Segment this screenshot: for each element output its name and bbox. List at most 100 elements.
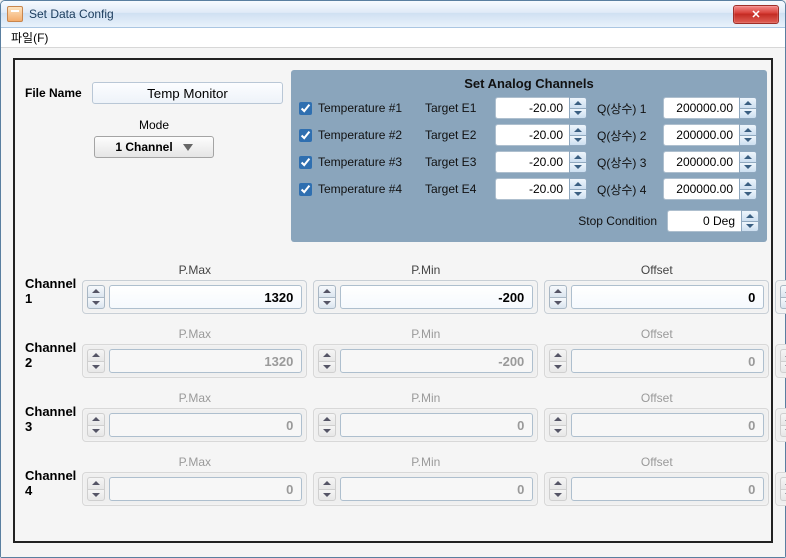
stepper-down-icon	[318, 425, 336, 438]
channel-label-3: Channel 3	[25, 404, 76, 442]
stepper-up-icon[interactable]	[549, 285, 567, 297]
ch3-sighi-header: Signal Hi	[775, 391, 786, 405]
stepper-down-icon	[87, 489, 105, 502]
channel-row-3: Channel 3 P.Max P.Min Offset	[25, 388, 761, 442]
ch3-pmax-header: P.Max	[82, 391, 307, 405]
titlebar[interactable]: Set Data Config	[1, 1, 785, 28]
file-name-input[interactable]	[92, 82, 283, 104]
spin-down-icon[interactable]	[739, 135, 757, 147]
ch4-pmin-header: P.Min	[313, 455, 538, 469]
temp-checkbox-4[interactable]	[299, 183, 312, 196]
stepper-up-icon	[87, 477, 105, 489]
spin-down-icon[interactable]	[739, 108, 757, 120]
ch1-pmin-group[interactable]	[313, 280, 538, 314]
ch3-offset-group	[544, 408, 769, 442]
q-4-input[interactable]	[663, 178, 739, 200]
target-2-input[interactable]	[495, 124, 569, 146]
spin-down-icon[interactable]	[741, 221, 759, 233]
q-2-input[interactable]	[663, 124, 739, 146]
q-1-spin[interactable]	[663, 97, 759, 119]
ch2-sighi-header: Signal Hi	[775, 327, 786, 341]
spin-up-icon[interactable]	[741, 210, 759, 221]
ch2-sighi-field: Signal Hi	[775, 327, 786, 378]
stop-condition-input[interactable]	[667, 210, 741, 232]
spin-down-icon[interactable]	[569, 189, 587, 201]
spin-up-icon[interactable]	[739, 178, 757, 189]
temp-label-4: Temperature #4	[318, 182, 402, 196]
q-label-4: Q(상수) 4	[597, 181, 657, 198]
spin-up-icon[interactable]	[739, 151, 757, 162]
menu-file[interactable]: 파일(F)	[5, 28, 54, 47]
ch2-pmin-field: P.Min	[313, 327, 538, 378]
ch3-pmax-input	[109, 413, 302, 437]
spin-down-icon[interactable]	[569, 108, 587, 120]
spin-down-icon[interactable]	[569, 162, 587, 174]
channel-row-2: Channel 2 P.Max P.Min Offset	[25, 324, 761, 378]
q-3-spin[interactable]	[663, 151, 759, 173]
spin-up-icon[interactable]	[739, 97, 757, 108]
stepper-up-icon[interactable]	[318, 285, 336, 297]
spin-up-icon[interactable]	[569, 124, 587, 135]
mode-select[interactable]: 1 Channel	[94, 136, 214, 158]
ch2-sighi-group	[775, 344, 786, 378]
chevron-down-icon	[183, 144, 193, 151]
stepper-down-icon	[87, 361, 105, 374]
ch1-pmax-input[interactable]	[109, 285, 302, 309]
stepper-down-icon[interactable]	[87, 297, 105, 310]
channel-label-4: Channel 4	[25, 468, 76, 506]
target-3-spin[interactable]	[495, 151, 591, 173]
temp-label-2: Temperature #2	[318, 128, 402, 142]
target-4-spin[interactable]	[495, 178, 591, 200]
ch1-offset-input[interactable]	[571, 285, 764, 309]
temp-checkbox-1[interactable]	[299, 102, 312, 115]
close-button[interactable]	[733, 5, 779, 24]
target-1-input[interactable]	[495, 97, 569, 119]
temp-checkbox-3[interactable]	[299, 156, 312, 169]
spin-down-icon[interactable]	[569, 135, 587, 147]
analog-title: Set Analog Channels	[299, 76, 759, 91]
q-2-spin[interactable]	[663, 124, 759, 146]
channel-row-4: Channel 4 P.Max P.Min Offset	[25, 452, 761, 506]
target-label-3: Target E3	[425, 155, 489, 169]
q-4-spin[interactable]	[663, 178, 759, 200]
ch1-pmax-group[interactable]	[82, 280, 307, 314]
spin-up-icon[interactable]	[739, 124, 757, 135]
stepper-down-icon[interactable]	[318, 297, 336, 310]
spin-up-icon[interactable]	[569, 151, 587, 162]
spin-up-icon[interactable]	[569, 97, 587, 108]
ch2-pmax-header: P.Max	[82, 327, 307, 341]
target-2-spin[interactable]	[495, 124, 591, 146]
ch4-sighi-header: Signal Hi	[775, 455, 786, 469]
channel-label-1: Channel 1	[25, 276, 76, 314]
q-3-input[interactable]	[663, 151, 739, 173]
q-1-input[interactable]	[663, 97, 739, 119]
stepper-down-icon[interactable]	[549, 297, 567, 310]
temp-check-4[interactable]: Temperature #4	[299, 182, 419, 196]
stepper-down-icon[interactable]	[780, 297, 786, 310]
spin-up-icon[interactable]	[569, 178, 587, 189]
spin-down-icon[interactable]	[739, 162, 757, 174]
ch3-pmin-input	[340, 413, 533, 437]
temp-label-3: Temperature #3	[318, 155, 402, 169]
ch1-offset-group[interactable]	[544, 280, 769, 314]
stepper-up-icon[interactable]	[780, 285, 786, 297]
temp-checkbox-2[interactable]	[299, 129, 312, 142]
stop-condition-spin[interactable]	[667, 210, 759, 232]
ch1-sighi-group[interactable]	[775, 280, 786, 314]
content-frame: File Name Mode 1 Channel Set Analog Chan…	[13, 58, 773, 543]
ch3-offset-header: Offset	[544, 391, 769, 405]
spin-down-icon[interactable]	[739, 189, 757, 201]
target-1-spin[interactable]	[495, 97, 591, 119]
temp-check-1[interactable]: Temperature #1	[299, 101, 419, 115]
stepper-down-icon	[549, 489, 567, 502]
ch1-pmin-input[interactable]	[340, 285, 533, 309]
temp-check-3[interactable]: Temperature #3	[299, 155, 419, 169]
stepper-up-icon[interactable]	[87, 285, 105, 297]
ch1-sighi-header: Signal Hi	[775, 263, 786, 277]
q-label-3: Q(상수) 3	[597, 154, 657, 171]
target-3-input[interactable]	[495, 151, 569, 173]
temp-check-2[interactable]: Temperature #2	[299, 128, 419, 142]
target-4-input[interactable]	[495, 178, 569, 200]
stepper-down-icon	[549, 425, 567, 438]
stepper-down-icon	[780, 361, 786, 374]
